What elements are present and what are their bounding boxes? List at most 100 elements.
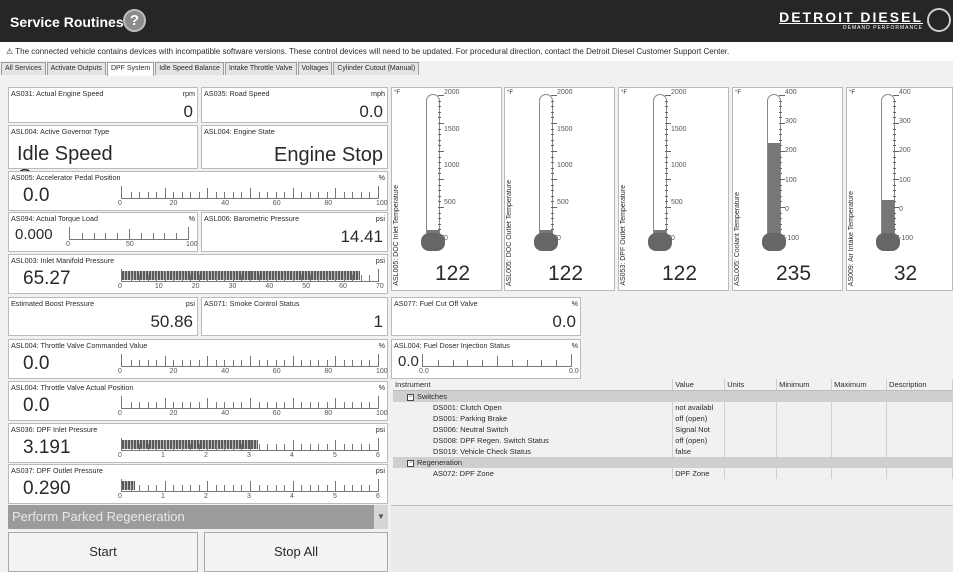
tab-dpf-system[interactable]: DPF System xyxy=(106,62,155,76)
table-cell: DS019: Vehicle Check Status xyxy=(433,447,531,456)
table-row[interactable]: DS008: DPF Regen. Switch Status off (open… xyxy=(393,435,953,446)
table-row[interactable]: DS019: Vehicle Check Status false xyxy=(393,446,953,457)
tick-mark xyxy=(779,229,782,231)
tick-mark xyxy=(292,481,294,491)
tick-mark xyxy=(779,100,782,102)
tick-label: 4 xyxy=(290,452,294,459)
param-label: ASL006: Barometric Pressure xyxy=(204,214,300,223)
tick-mark xyxy=(207,398,209,408)
tick-mark xyxy=(301,402,303,408)
thermometer-bulb xyxy=(648,233,672,251)
tick-mark xyxy=(130,360,132,366)
stop-all-button[interactable]: Stop All xyxy=(204,532,388,572)
param-label: ASL004: Active Governor Type xyxy=(11,127,110,136)
tick-mark xyxy=(318,402,320,408)
tick-mark xyxy=(360,192,362,198)
tick-mark xyxy=(541,360,543,366)
tick-mark xyxy=(665,212,668,214)
tick-label: 30 xyxy=(228,283,237,290)
tick-label: 6 xyxy=(376,493,380,500)
group-row[interactable]: − Switches xyxy=(393,390,953,402)
tick-mark xyxy=(893,218,896,220)
tab-strip: All Services Activate Outputs DPF System Id… xyxy=(0,62,420,76)
column-header: Units xyxy=(724,379,778,391)
tick-label: 50 xyxy=(302,283,311,290)
routine-select[interactable]: Perform Parked Regeneration ▼ xyxy=(8,505,388,529)
param-value: 50.86 xyxy=(150,312,193,331)
tick-mark xyxy=(318,485,320,491)
tick-mark xyxy=(147,485,149,491)
table-row[interactable]: DS001: Clutch Open not availabl xyxy=(393,402,953,413)
tick-mark xyxy=(173,444,175,450)
tick-label: 20 xyxy=(169,410,178,417)
tab-voltages[interactable]: Voltages xyxy=(297,62,333,75)
param-value: 0.0 xyxy=(23,353,50,374)
tick-mark xyxy=(232,402,234,408)
tick-mark xyxy=(207,440,209,450)
param-unit: % xyxy=(188,214,195,223)
table-row[interactable]: DS006: Neutral Switch Signal Not xyxy=(393,424,953,435)
collapse-icon[interactable]: − xyxy=(407,393,414,401)
tick-mark xyxy=(241,444,243,450)
tick-mark xyxy=(139,360,141,366)
tick-mark xyxy=(893,117,896,119)
tick-mark xyxy=(318,360,320,366)
group-row[interactable]: − Regeneration xyxy=(393,457,953,468)
tab-intake-throttle-valve[interactable]: Intake Throttle Valve xyxy=(224,62,297,75)
tick-mark xyxy=(301,444,303,450)
gauge-tick-label: 2000 xyxy=(671,89,687,96)
tick-mark xyxy=(352,192,354,198)
collapse-icon[interactable]: − xyxy=(407,459,414,467)
tick-mark xyxy=(309,402,311,408)
tick-mark xyxy=(467,360,469,366)
tick-mark xyxy=(207,356,209,366)
tick-mark xyxy=(360,402,362,408)
tick-mark xyxy=(181,360,183,366)
tick-mark xyxy=(438,223,441,225)
tick-mark xyxy=(438,179,444,180)
tick-mark xyxy=(665,218,668,220)
tab-all-services[interactable]: All Services xyxy=(1,62,46,75)
thermometer-bulb xyxy=(421,233,445,251)
tick-mark xyxy=(147,275,149,281)
start-button[interactable]: Start xyxy=(8,532,198,572)
tick-label: 60 xyxy=(272,368,281,375)
table-row[interactable]: DS001: Parking Brake off (open) xyxy=(393,413,953,424)
param-boost: Estimated Boost Pressure psi 50.86 xyxy=(8,297,198,336)
tab-activate-outputs[interactable]: Activate Outputs xyxy=(46,62,106,75)
tick-mark xyxy=(130,485,132,491)
gauge-value: 32 xyxy=(893,262,918,285)
tick-mark xyxy=(665,145,668,147)
help-icon[interactable]: ? xyxy=(123,9,146,32)
tick-mark xyxy=(497,356,498,366)
tick-mark xyxy=(130,275,132,281)
table-cell: DS006: Neutral Switch xyxy=(433,425,509,434)
tab-cylinder-cutout-manual-[interactable]: Cylinder Cutout (Manual) xyxy=(333,62,420,75)
column-header: Description xyxy=(886,379,953,391)
tick-label: 40 xyxy=(221,368,229,375)
tick-mark xyxy=(779,212,782,214)
tick-mark xyxy=(147,192,149,198)
chevron-down-icon[interactable]: ▼ xyxy=(374,505,388,529)
table-row[interactable]: AS072: DPF Zone DPF Zone xyxy=(393,468,953,479)
tick-mark xyxy=(551,201,554,203)
tick-label: 70 xyxy=(376,283,384,290)
tab-idle-speed-balance[interactable]: Idle Speed Balance xyxy=(155,62,224,75)
tick-mark xyxy=(438,128,441,130)
tick-mark xyxy=(779,128,782,130)
param-value: 0.000 xyxy=(15,226,53,243)
tick-label: 3 xyxy=(247,493,251,500)
tick-label: 60 xyxy=(339,283,347,290)
tick-mark xyxy=(258,360,260,366)
tick-mark xyxy=(551,134,554,136)
tick-mark xyxy=(893,100,896,102)
tick-mark xyxy=(369,402,371,408)
tick-mark xyxy=(292,271,294,281)
gauge-unit: °F xyxy=(507,90,514,96)
tick-label: 5 xyxy=(333,493,337,500)
tick-mark xyxy=(551,184,554,186)
tick-mark xyxy=(352,275,354,281)
param-level-bar xyxy=(121,438,379,451)
tick-mark xyxy=(224,444,226,450)
tick-mark xyxy=(181,402,183,408)
